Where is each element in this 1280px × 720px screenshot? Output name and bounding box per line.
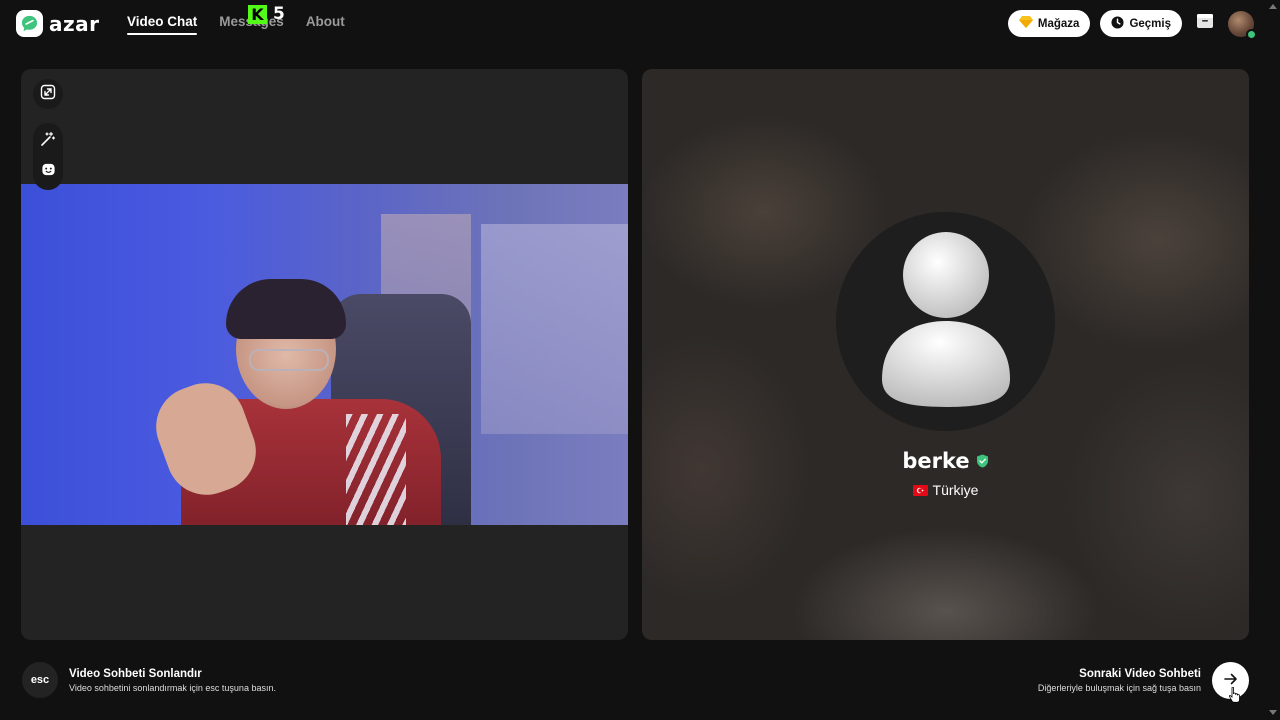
effects-group <box>33 123 63 190</box>
kick-count: 5 <box>273 4 285 24</box>
end-chat-hint: esc Video Sohbeti Sonlandır Video sohbet… <box>22 662 276 698</box>
online-status-dot <box>1246 28 1257 40</box>
esc-end-button[interactable]: esc <box>22 662 58 698</box>
history-button[interactable]: Geçmiş <box>1100 10 1182 37</box>
history-label: Geçmiş <box>1129 17 1171 30</box>
azar-logo[interactable]: azar <box>16 10 100 37</box>
local-video-panel <box>21 69 628 640</box>
nav-about[interactable]: About <box>306 14 345 35</box>
cam-person-hair <box>226 279 346 339</box>
gem-icon <box>1018 16 1033 31</box>
profile-avatar-button[interactable] <box>1228 10 1257 40</box>
remote-user-avatar <box>836 212 1055 431</box>
clock-icon <box>1111 15 1124 32</box>
next-chat-title: Sonraki Video Sohbeti <box>1079 668 1201 680</box>
video-tools <box>33 79 63 190</box>
end-chat-subtitle: Video sohbetini sonlandırmak için esc tu… <box>69 682 276 693</box>
local-camera-feed <box>21 184 628 525</box>
azar-chat-bubble-icon <box>16 10 43 37</box>
country-label: Türkiye <box>932 482 979 498</box>
verified-shield-icon <box>976 454 989 468</box>
top-header: azar Video Chat Messages About K 5 Mağaz… <box>0 0 1280 48</box>
nav-video-chat[interactable]: Video Chat <box>127 14 198 35</box>
store-button[interactable]: Mağaza <box>1007 10 1091 37</box>
next-chat-subtitle: Diğerleriyle buluşmak için sağ tuşa bası… <box>1037 683 1201 693</box>
magic-wand-icon[interactable] <box>40 131 56 152</box>
default-user-icon <box>876 229 1016 414</box>
cam-jacket-stripes <box>346 414 406 525</box>
cam-background-window <box>481 224 628 434</box>
kick-logo-icon: K <box>248 4 267 24</box>
main-nav: Video Chat Messages About <box>127 14 345 35</box>
remote-user-name: berke <box>902 449 970 473</box>
next-chat-texts: Sonraki Video Sohbeti Diğerleriyle buluş… <box>1038 668 1201 693</box>
turkey-flag-icon <box>912 484 928 496</box>
end-chat-title: Video Sohbeti Sonlandır <box>69 667 202 680</box>
end-chat-texts: Video Sohbeti Sonlandır Video sohbetini … <box>69 668 276 693</box>
kick-overlay-badge: K 5 <box>248 4 285 24</box>
remote-video-panel: berke Türkiye <box>642 69 1249 640</box>
inbox-icon <box>1196 13 1214 34</box>
scrollbar-up-arrow[interactable] <box>1269 4 1277 9</box>
cam-person-glasses <box>249 349 329 371</box>
next-chat-hint: Sonraki Video Sohbeti Diğerleriyle buluş… <box>1038 662 1249 699</box>
logo-text: azar <box>49 11 100 36</box>
expand-button[interactable] <box>33 79 63 109</box>
face-mask-icon[interactable] <box>41 162 56 182</box>
inbox-button[interactable] <box>1192 11 1218 37</box>
remote-user-name-row: berke <box>642 449 1249 473</box>
mouse-pointer-icon <box>1229 686 1241 703</box>
store-label: Mağaza <box>1037 17 1080 30</box>
header-actions: Mağaza Geçmiş <box>1007 10 1257 40</box>
scrollbar-down-arrow[interactable] <box>1269 710 1277 715</box>
expand-icon <box>40 84 56 105</box>
remote-user-country: Türkiye <box>642 482 1249 498</box>
